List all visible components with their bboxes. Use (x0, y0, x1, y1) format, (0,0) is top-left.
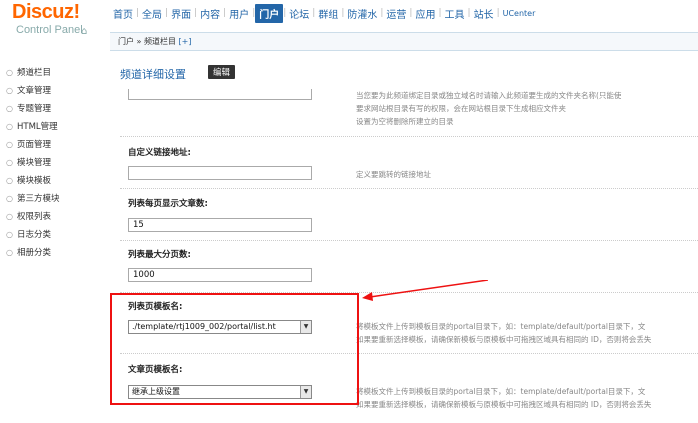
max-page-input[interactable]: 1000 (128, 268, 312, 282)
logo-brand: Discuz! (12, 1, 80, 23)
sidebar-item-label: 页面管理 (16, 140, 51, 150)
divider (120, 188, 698, 189)
bullet-icon: ○ (6, 176, 13, 185)
sidebar-item-label: HTML管理 (16, 122, 58, 132)
bullet-icon: ○ (6, 194, 13, 203)
tip-line: 设置为空将删除所建立的目录 (356, 117, 454, 126)
chevron-down-icon[interactable]: ▼ (300, 386, 311, 398)
article-template-tip: 将模板文件上传到模板目录的portal目录下，如：template/defaul… (356, 385, 651, 411)
custom-url-input[interactable] (128, 166, 312, 180)
sidebar-item-label: 专题管理 (16, 104, 51, 114)
sidebar-item-label: 权限列表 (16, 212, 51, 222)
max-page-label: 列表最大分页数: (128, 250, 191, 260)
per-page-input[interactable]: 15 (128, 218, 312, 232)
list-template-value: ./template/rtj1009_002/portal/list.ht (132, 322, 276, 331)
per-page-label: 列表每页显示文章数: (128, 199, 208, 209)
home-icon[interactable]: ⌂ (81, 26, 87, 37)
divider (120, 136, 698, 137)
sidebar-item-label: 频道栏目 (16, 68, 51, 78)
list-template-label: 列表页模板名: (128, 302, 183, 312)
page-title: 频道详细设置 (120, 68, 186, 81)
logo-subtitle: Control Panel (16, 24, 83, 36)
nav-item[interactable]: 界面 (168, 6, 194, 21)
sidebar-item-label: 文章管理 (16, 86, 51, 96)
nav-item[interactable]: UCenter (500, 9, 539, 18)
list-template-select[interactable]: ./template/rtj1009_002/portal/list.ht ▼ (128, 320, 312, 334)
tip-line: 将模板文件上传到模板目录的portal目录下，如：template/defaul… (356, 387, 646, 396)
article-template-value: 继承上级设置 (132, 387, 180, 396)
nav-item[interactable]: 内容 (197, 6, 223, 21)
annotation-arrow (362, 280, 488, 301)
bullet-icon: ○ (6, 122, 13, 131)
breadcrumb-text: 门户 » 频道栏目 (118, 37, 176, 46)
top-navigation: 首页 | 全局 | 界面 | 内容 | 用户 | 门户 | 论坛 | 群组 | 防灌水 | 运营 | 应用 | 工具 | 站长 |… (110, 3, 538, 23)
sidebar-item[interactable]: ○ 页面管理 (6, 136, 106, 154)
tip-line: 当您要为此频道绑定目录或独立域名时请输入此频道要生成的文件夹名称(只能使 (356, 91, 622, 100)
custom-url-label: 自定义链接地址: (128, 148, 191, 158)
sidebar-item-label: 相册分类 (16, 248, 51, 258)
nav-item[interactable]: 首页 (110, 6, 136, 21)
bullet-icon: ○ (6, 158, 13, 167)
sidebar-item-label: 模块模板 (16, 176, 51, 186)
directory-input[interactable] (128, 89, 312, 100)
sidebar-item[interactable]: ○ 专题管理 (6, 100, 106, 118)
add-shortcut-button[interactable]: [+] (179, 37, 192, 46)
sidebar: ○ 频道栏目 ○ 文章管理 ○ 专题管理 ○ HTML管理 ○ 页面管理 ○ 模块管理 ○ 模块模板 ○ 第三… (6, 64, 106, 262)
nav-item[interactable]: 站长 (471, 6, 497, 21)
breadcrumb: 门户 » 频道栏目 [+] (110, 32, 698, 51)
bullet-icon: ○ (6, 68, 13, 77)
sidebar-item[interactable]: ○ 日志分类 (6, 226, 106, 244)
sidebar-item[interactable]: ○ 相册分类 (6, 244, 106, 262)
nav-item[interactable]: 论坛 (286, 6, 312, 21)
sidebar-item[interactable]: ○ 频道栏目 (6, 64, 106, 82)
nav-item[interactable]: 工具 (442, 6, 468, 21)
custom-url-tip: 定义要跳转的链接地址 (356, 170, 431, 179)
nav-item[interactable]: 防灌水 (344, 6, 380, 21)
bullet-icon: ○ (6, 230, 13, 239)
tip-line: 如果要重新选择模板，请确保新模板与原模板中可拖拽区域具有相同的 ID，否则将会丢… (356, 335, 652, 344)
divider (120, 240, 698, 241)
logo: Discuz! Control Panel ⌂ (0, 0, 110, 48)
sidebar-item-label: 日志分类 (16, 230, 51, 240)
main-panel: 频道详细设置 编辑 当您要为此频道绑定目录或独立域名时请输入此频道要生成的文件夹… (110, 52, 698, 423)
tip-line: 如果要重新选择模板，请确保新模板与原模板中可拖拽区域具有相同的 ID，否则将会丢… (356, 400, 652, 409)
nav-item[interactable]: 应用 (412, 6, 438, 21)
tip-line: 将模板文件上传到模板目录的portal目录下，如：template/defaul… (356, 322, 646, 331)
sidebar-item[interactable]: ○ 模块管理 (6, 154, 106, 172)
tip-line: 要求网站根目录有写的权限，会在网站根目录下生成相应文件夹 (356, 104, 566, 113)
bullet-icon: ○ (6, 212, 13, 221)
bullet-icon: ○ (6, 86, 13, 95)
sidebar-item-label: 模块管理 (16, 158, 51, 168)
sidebar-item[interactable]: ○ HTML管理 (6, 118, 106, 136)
edit-button[interactable]: 编辑 (208, 65, 236, 79)
bullet-icon: ○ (6, 248, 13, 257)
nav-item[interactable]: 门户 (255, 3, 284, 23)
sidebar-item-label: 第三方模块 (16, 194, 60, 204)
bullet-icon: ○ (6, 104, 13, 113)
nav-item[interactable]: 运营 (383, 6, 409, 21)
chevron-down-icon[interactable]: ▼ (300, 321, 311, 333)
list-template-tip: 将模板文件上传到模板目录的portal目录下，如：template/defaul… (356, 320, 651, 346)
sidebar-item[interactable]: ○ 模块模板 (6, 172, 106, 190)
sidebar-item[interactable]: ○ 文章管理 (6, 82, 106, 100)
article-template-label: 文章页模板名: (128, 365, 183, 375)
sidebar-item[interactable]: ○ 第三方模块 (6, 190, 106, 208)
nav-item[interactable]: 用户 (226, 6, 252, 21)
nav-item[interactable]: 群组 (315, 6, 341, 21)
article-template-select[interactable]: 继承上级设置 ▼ (128, 385, 312, 399)
nav-item[interactable]: 全局 (139, 6, 165, 21)
directory-tip: 当您要为此频道绑定目录或独立域名时请输入此频道要生成的文件夹名称(只能使 要求网… (356, 89, 621, 128)
divider (120, 353, 698, 354)
bullet-icon: ○ (6, 140, 13, 149)
sidebar-item[interactable]: ○ 权限列表 (6, 208, 106, 226)
